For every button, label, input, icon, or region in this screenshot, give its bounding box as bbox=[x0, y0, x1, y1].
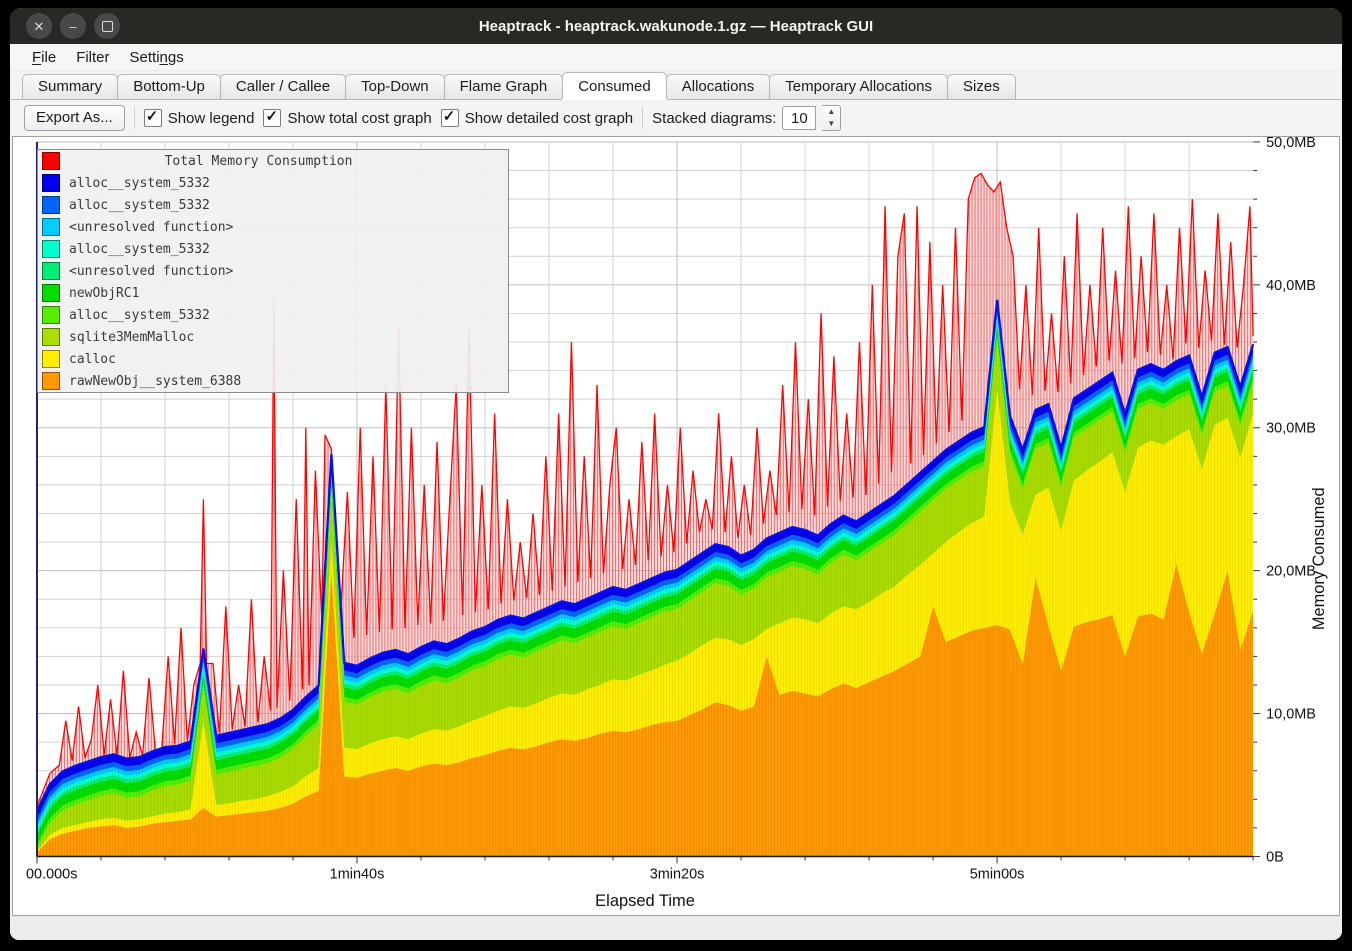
x-tick-label: 00.000s bbox=[26, 866, 77, 882]
window-controls: ✕ – bbox=[26, 13, 120, 39]
maximize-button[interactable] bbox=[94, 13, 120, 39]
status-strip bbox=[10, 916, 1342, 940]
legend-label: rawNewObj__system_6388 bbox=[69, 374, 241, 389]
checkbox-box[interactable]: ✓ bbox=[441, 109, 459, 127]
legend-swatch bbox=[42, 240, 60, 258]
title-bar[interactable]: ✕ – Heaptrack - heaptrack.wakunode.1.gz … bbox=[10, 8, 1342, 44]
x-tick-label: 5min00s bbox=[970, 866, 1025, 882]
y-tick-label: 50,0MB bbox=[1266, 137, 1316, 151]
y-axis-title: Memory Consumed bbox=[1310, 487, 1328, 630]
legend-item: alloc__system_5332 bbox=[38, 194, 508, 216]
legend-swatch bbox=[42, 218, 60, 236]
legend-label: alloc__system_5332 bbox=[69, 308, 210, 323]
chart-legend: Total Memory Consumption alloc__system_53… bbox=[37, 149, 509, 393]
toolbar-separator bbox=[642, 107, 643, 129]
tab-sizes[interactable]: Sizes bbox=[947, 74, 1016, 99]
tab-summary[interactable]: Summary bbox=[22, 74, 118, 99]
legend-item: calloc bbox=[38, 348, 508, 370]
x-axis-title: Elapsed Time bbox=[595, 892, 695, 910]
tab-allocations[interactable]: Allocations bbox=[666, 74, 771, 99]
window-title: Heaptrack - heaptrack.wakunode.1.gz — He… bbox=[10, 18, 1342, 35]
checkbox-label: Show legend bbox=[168, 110, 255, 127]
legend-item: alloc__system_5332 bbox=[38, 172, 508, 194]
checkbox-box[interactable]: ✓ bbox=[263, 109, 281, 127]
tab-consumed[interactable]: Consumed bbox=[562, 72, 667, 99]
legend-label: alloc__system_5332 bbox=[69, 198, 210, 213]
tab-caller-callee[interactable]: Caller / Callee bbox=[220, 74, 346, 99]
legend-item: alloc__system_5332 bbox=[38, 304, 508, 326]
menu-item-filter[interactable]: Filter bbox=[66, 47, 119, 68]
spinner-up-icon[interactable]: ▲ bbox=[822, 106, 840, 118]
y-tick-label: 40,0MB bbox=[1266, 278, 1316, 294]
checkbox-show-detailed-cost-graph[interactable]: ✓ Show detailed cost graph bbox=[441, 109, 633, 127]
legend-item: rawNewObj__system_6388 bbox=[38, 370, 508, 392]
legend-label: sqlite3MemMalloc bbox=[69, 330, 194, 345]
legend-swatch bbox=[42, 372, 60, 390]
legend-label: newObjRC1 bbox=[69, 286, 139, 301]
maximize-icon bbox=[102, 21, 113, 32]
legend-title: Total Memory Consumption bbox=[69, 154, 508, 169]
spinner-buttons: ▲ ▼ bbox=[822, 105, 841, 131]
spinner-down-icon[interactable]: ▼ bbox=[822, 118, 840, 130]
x-tick-label: 1min40s bbox=[330, 866, 385, 882]
legend-item: alloc__system_5332 bbox=[38, 238, 508, 260]
legend-label: <unresolved function> bbox=[69, 220, 233, 235]
tab-bar: SummaryBottom-UpCaller / CalleeTop-DownF… bbox=[10, 71, 1342, 100]
toolbar-separator bbox=[134, 107, 135, 129]
legend-swatch bbox=[42, 174, 60, 192]
legend-swatch bbox=[42, 306, 60, 324]
minimize-button[interactable]: – bbox=[60, 13, 86, 39]
checkbox-label: Show total cost graph bbox=[287, 110, 431, 127]
heaptrack-window: ✕ – Heaptrack - heaptrack.wakunode.1.gz … bbox=[10, 8, 1342, 940]
legend-swatch bbox=[42, 262, 60, 280]
y-tick-label: 30,0MB bbox=[1266, 421, 1316, 437]
legend-item: sqlite3MemMalloc bbox=[38, 326, 508, 348]
legend-label: alloc__system_5332 bbox=[69, 242, 210, 257]
tab-flame-graph[interactable]: Flame Graph bbox=[444, 74, 564, 99]
menu-item-settings[interactable]: Settings bbox=[120, 47, 194, 68]
stacked-diagrams-label: Stacked diagrams: bbox=[652, 110, 776, 127]
legend-swatch-total bbox=[42, 152, 60, 170]
legend-item: <unresolved function> bbox=[38, 216, 508, 238]
consumed-chart-widget: 00.000s 1min40s 3min20s 5min00s 0B 10,0MB 20,0… bbox=[12, 136, 1340, 916]
export-as-button[interactable]: Export As... bbox=[24, 105, 125, 131]
tab-bottom-up[interactable]: Bottom-Up bbox=[117, 74, 221, 99]
checkbox-box[interactable]: ✓ bbox=[144, 109, 162, 127]
stacked-diagrams-value[interactable]: 10 bbox=[782, 106, 816, 130]
y-tick-label: 10,0MB bbox=[1266, 707, 1316, 723]
menu-bar: FileFilterSettings bbox=[10, 44, 1342, 71]
legend-label: calloc bbox=[69, 352, 116, 367]
y-tick-label: 20,0MB bbox=[1266, 564, 1316, 580]
checkbox-show-legend[interactable]: ✓ Show legend bbox=[144, 109, 255, 127]
toolbar: Export As... ✓ Show legend ✓ Show total cos… bbox=[10, 100, 1342, 136]
checkbox-show-total-cost-graph[interactable]: ✓ Show total cost graph bbox=[263, 109, 431, 127]
checkbox-label: Show detailed cost graph bbox=[465, 110, 633, 127]
legend-label: <unresolved function> bbox=[69, 264, 233, 279]
legend-swatch bbox=[42, 350, 60, 368]
legend-item: <unresolved function> bbox=[38, 260, 508, 282]
legend-swatch bbox=[42, 284, 60, 302]
legend-item: newObjRC1 bbox=[38, 282, 508, 304]
legend-swatch bbox=[42, 196, 60, 214]
tab-top-down[interactable]: Top-Down bbox=[345, 74, 445, 99]
close-button[interactable]: ✕ bbox=[26, 13, 52, 39]
legend-label: alloc__system_5332 bbox=[69, 176, 210, 191]
y-tick-label: 0B bbox=[1266, 849, 1284, 865]
tab-temporary-allocations[interactable]: Temporary Allocations bbox=[769, 74, 948, 99]
menu-item-file[interactable]: File bbox=[22, 47, 66, 68]
x-tick-label: 3min20s bbox=[650, 866, 705, 882]
legend-title-row: Total Memory Consumption bbox=[38, 150, 508, 172]
stacked-diagrams-spinner: Stacked diagrams: 10 ▲ ▼ bbox=[652, 105, 841, 131]
legend-swatch bbox=[42, 328, 60, 346]
